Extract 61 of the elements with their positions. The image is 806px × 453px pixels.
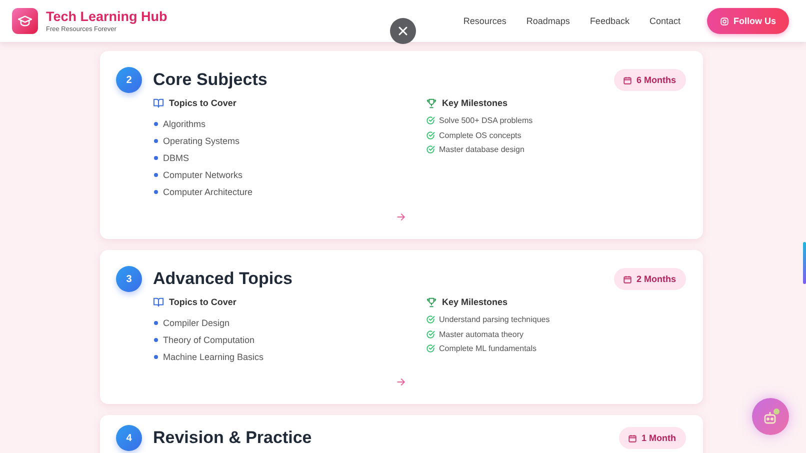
milestone-text: Complete ML fundamentals — [439, 344, 537, 354]
close-icon — [398, 26, 408, 36]
arrow-right-icon[interactable] — [396, 212, 406, 222]
milestone-text: Understand parsing techniques — [439, 314, 550, 324]
bullet-icon — [154, 190, 158, 194]
bullet-icon — [154, 320, 158, 324]
bullet-icon — [154, 354, 158, 358]
check-circle-icon — [426, 344, 435, 354]
check-circle-icon — [426, 130, 435, 140]
topic-text: Theory of Computation — [163, 334, 255, 344]
chatbot-button[interactable] — [752, 398, 789, 435]
book-icon — [153, 98, 164, 108]
milestone-text: Master automata theory — [439, 330, 524, 339]
milestone-text: Complete OS concepts — [439, 130, 522, 140]
nav-link[interactable]: Roadmaps — [526, 16, 570, 26]
check-circle-icon — [426, 330, 435, 339]
bullet-icon — [154, 122, 158, 126]
bullet-icon — [154, 138, 158, 142]
check-circle-icon — [426, 314, 435, 324]
graduation-cap-icon — [12, 8, 38, 34]
duration-badge: 1 Month — [618, 427, 686, 449]
nav-link[interactable]: Resources — [463, 16, 506, 26]
section-heading: Key Milestones — [442, 98, 508, 108]
step-number: 2 — [116, 67, 142, 93]
section-heading: Key Milestones — [442, 297, 508, 307]
milestone-text: Solve 500+ DSA problems — [439, 116, 533, 125]
scrollbar-thumb[interactable] — [803, 242, 806, 284]
camera-icon — [720, 16, 728, 26]
arrow-right-icon[interactable] — [396, 377, 406, 387]
topic-text: Operating Systems — [163, 136, 240, 146]
section-heading: Topics to Cover — [169, 297, 236, 307]
check-circle-icon — [426, 116, 435, 125]
follow-button[interactable]: Follow Us — [706, 8, 789, 34]
bullet-icon — [154, 156, 158, 160]
bullet-icon — [154, 338, 158, 342]
calendar-icon — [622, 76, 632, 84]
step-number: 4 — [116, 425, 142, 451]
nav-link[interactable]: Feedback — [590, 16, 630, 26]
duration-badge: 2 Months — [614, 268, 686, 290]
trophy-icon — [426, 296, 437, 308]
stage-title: Revision & Practice — [153, 428, 312, 448]
stage-title: Advanced Topics — [153, 269, 292, 289]
topic-text: Algorithms — [163, 118, 206, 128]
step-number: 3 — [116, 266, 142, 292]
calendar-icon — [622, 274, 632, 284]
duration-badge: 6 Months — [614, 69, 686, 91]
trophy-icon — [426, 98, 437, 108]
calendar-icon — [628, 434, 636, 442]
topic-text: DBMS — [163, 152, 190, 162]
topic-text: Machine Learning Basics — [163, 352, 264, 362]
topic-text: Computer Architecture — [163, 186, 253, 196]
milestone-text: Master database design — [439, 145, 524, 154]
bullet-icon — [154, 172, 158, 176]
check-circle-icon — [426, 145, 435, 154]
site-title: Tech Learning Hub — [46, 8, 168, 24]
topic-text: Compiler Design — [163, 318, 230, 328]
section-heading: Topics to Cover — [169, 98, 236, 108]
topic-text: Computer Networks — [163, 170, 243, 180]
stage-title: Core Subjects — [153, 70, 268, 90]
book-icon — [153, 297, 164, 307]
nav-link[interactable]: Contact — [649, 16, 680, 26]
